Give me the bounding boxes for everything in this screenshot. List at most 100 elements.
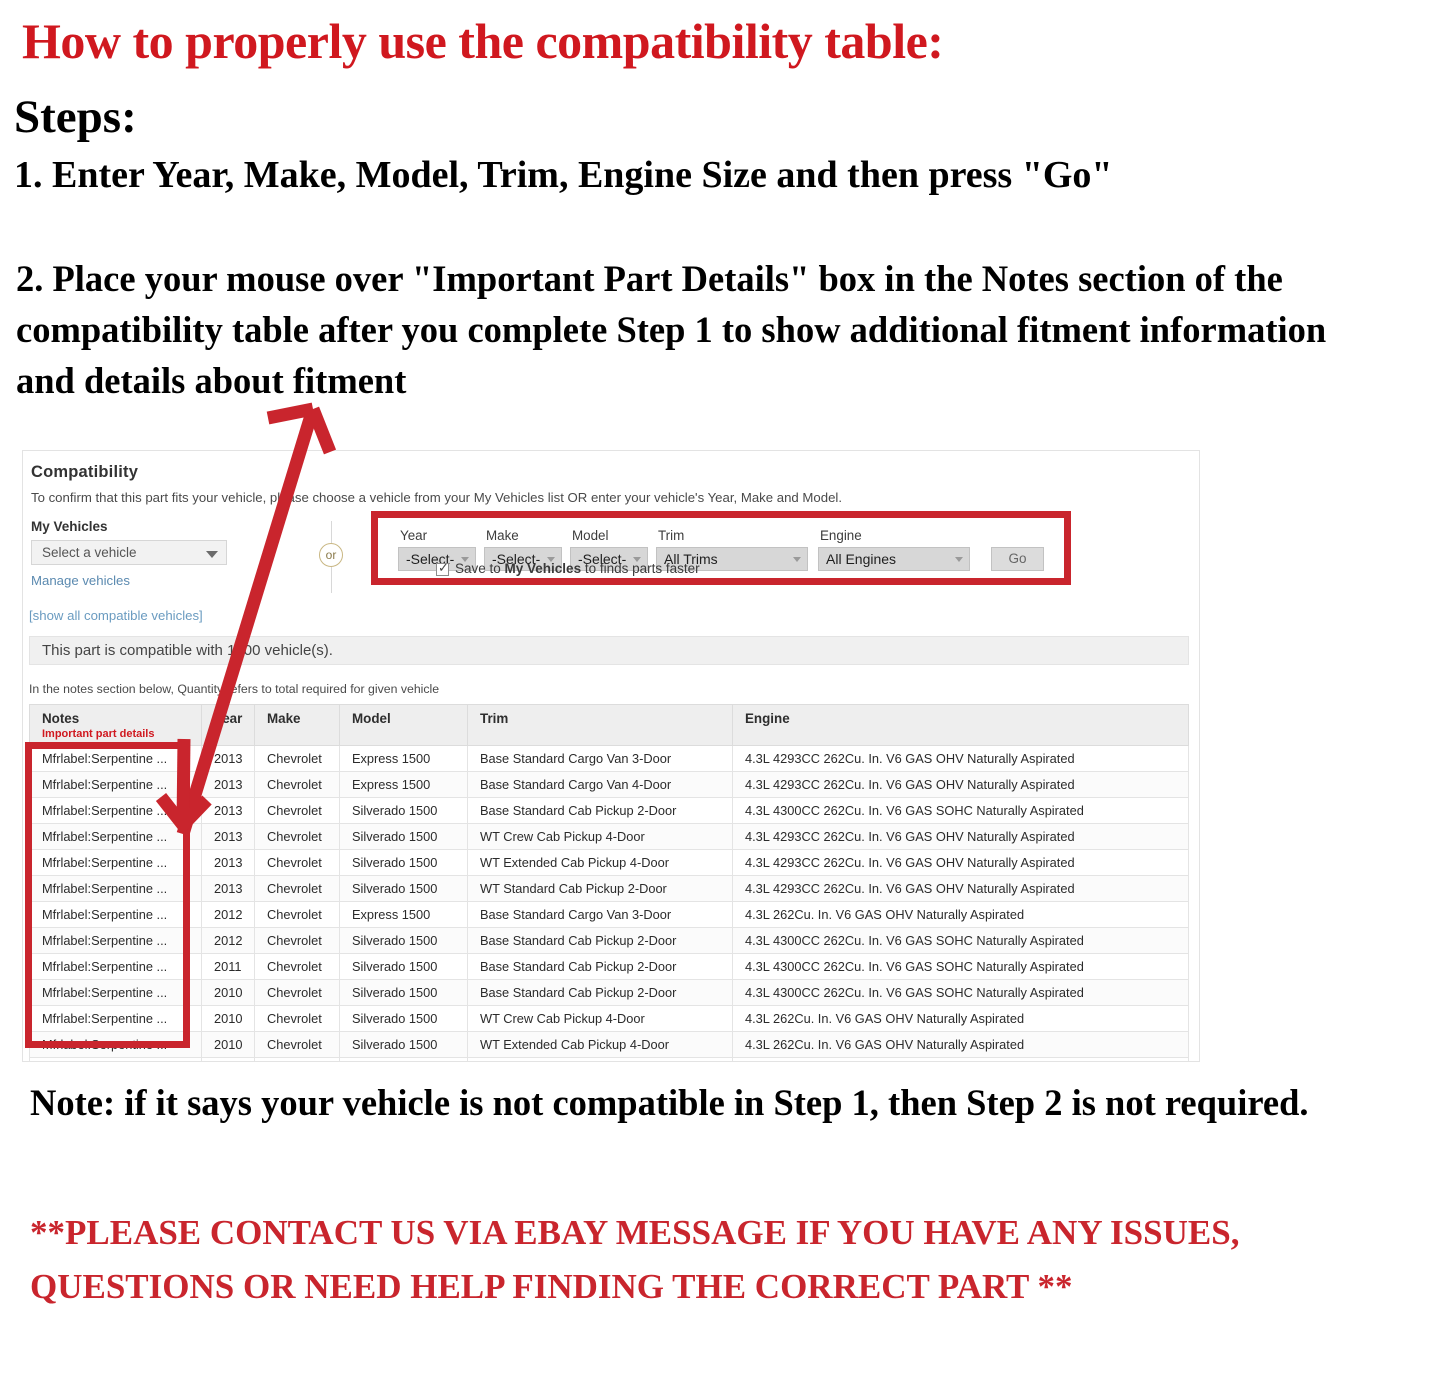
cell-model: Silverado 1500	[339, 875, 468, 902]
cell-make: Chevrolet	[254, 901, 340, 928]
cell-notes: Mfrlabel:Serpentine ...	[29, 875, 202, 902]
table-row[interactable]: Mfrlabel:Serpentine ... 2012 Chevrolet Expr…	[29, 901, 1189, 928]
compatibility-heading: Compatibility	[31, 463, 139, 481]
cell-model: Silverado 1500	[339, 823, 468, 850]
column-header-trim[interactable]: Trim	[467, 704, 733, 746]
cell-year: 2010	[201, 1005, 255, 1032]
column-header-make[interactable]: Make	[254, 704, 340, 746]
cell-notes: Mfrlabel:Serpentine ...	[29, 823, 202, 850]
table-row[interactable]: Mfrlabel:Serpentine ... 2013 Chevrolet Silv…	[29, 875, 1189, 902]
cell-engine: 4.3L 262Cu. In. V6 GAS OHV Naturally Asp…	[732, 1005, 1189, 1032]
cell-engine: 4.3L 4293CC 262Cu. In. V6 GAS OHV Natura…	[732, 745, 1189, 772]
engine-value: All Engines	[826, 551, 897, 567]
table-row[interactable]: Mfrlabel:Serpentine ... 2013 Chevrolet Expr…	[29, 771, 1189, 798]
table-row[interactable]: Mfrlabel:Serpentine ... 2013 Chevrolet Expr…	[29, 745, 1189, 772]
cell-model: Silverado 1500	[339, 1005, 468, 1032]
cell-trim: WT Crew Cab Pickup 4-Door	[467, 1005, 733, 1032]
cell-make: Chevrolet	[254, 1057, 340, 1061]
cell-trim: Base Standard Cab Pickup 2-Door	[467, 979, 733, 1006]
step-2-text: 2. Place your mouse over "Important Part…	[16, 258, 1327, 402]
model-label: Model	[572, 528, 609, 543]
engine-label: Engine	[820, 528, 862, 543]
manage-vehicles-link[interactable]: Manage vehicles	[31, 573, 130, 588]
cell-trim: Base Standard Cab Pickup 2-Door	[467, 927, 733, 954]
cell-notes: Mfrlabel:Serpentine ...	[29, 953, 202, 980]
table-row[interactable]: Mfrlabel:Serpentine ... 2013 Chevrolet Silv…	[29, 823, 1189, 850]
cell-engine: 4.3L 4300CC 262Cu. In. V6 GAS SOHC Natur…	[732, 953, 1189, 980]
vehicle-select-value: Select a vehicle	[42, 545, 137, 560]
cell-model: Silverado 1500	[339, 927, 468, 954]
cell-year: 2013	[201, 745, 255, 772]
cell-year: 2010	[201, 979, 255, 1006]
or-divider-label: or	[319, 543, 343, 567]
cell-engine: 4.3L 4293CC 262Cu. In. V6 GAS OHV Natura…	[732, 849, 1189, 876]
cell-year: 2013	[201, 875, 255, 902]
my-vehicles-label: My Vehicles	[31, 519, 108, 534]
cell-make: Chevrolet	[254, 745, 340, 772]
notes-header-label: Notes	[42, 711, 80, 726]
table-row[interactable]: Mfrlabel:Serpentine ... 2012 Chevrolet Silv…	[29, 927, 1189, 954]
cell-model: Silverado 1500	[339, 953, 468, 980]
column-header-engine[interactable]: Engine	[732, 704, 1189, 746]
page-title: How to properly use the compatibility ta…	[22, 13, 944, 69]
trim-label: Trim	[658, 528, 685, 543]
column-header-notes[interactable]: Notes Important part details	[29, 704, 202, 746]
important-part-details-label: Important part details	[42, 728, 155, 740]
cell-trim: Base Standard Cargo Van 4-Door	[467, 771, 733, 798]
cell-notes: Mfrlabel:Serpentine ...	[29, 1005, 202, 1032]
compatible-count-text: This part is compatible with 1000 vehicl…	[42, 642, 333, 659]
save-to-my-vehicles-checkbox[interactable]: ✓	[436, 561, 449, 576]
cell-notes: Mfrlabel:Serpentine ...	[29, 797, 202, 824]
cell-make: Chevrolet	[254, 953, 340, 980]
cell-make: Chevrolet	[254, 1031, 340, 1058]
save-text-suffix: to finds parts faster	[581, 561, 700, 576]
compatible-count-bar: This part is compatible with 1000 vehicl…	[29, 636, 1189, 665]
engine-select[interactable]: All Engines	[818, 547, 970, 571]
chevron-down-icon	[955, 557, 963, 562]
save-text-bold: My Vehicles	[504, 561, 582, 576]
column-header-year[interactable]: Year	[201, 704, 255, 746]
table-row[interactable]: Mfrlabel:Serpentine ... 2013 Chevrolet Silv…	[29, 849, 1189, 876]
table-row[interactable]: Mfrlabel:Serpentine ...2010ChevroletSilv…	[29, 979, 1189, 1006]
table-row[interactable]: Mfrlabel:Serpentine ...2010ChevroletSilv…	[29, 1031, 1189, 1058]
cell-trim: WT Crew Cab Pickup 4-Door	[467, 823, 733, 850]
cell-engine: 4.3L 4293CC 262Cu. In. V6 GAS OHV Natura…	[732, 875, 1189, 902]
table-row[interactable]: Mfrlabel:Serpentine ...2010ChevroletSilv…	[29, 1057, 1189, 1061]
cell-trim: Base Standard Cargo Van 3-Door	[467, 901, 733, 928]
column-header-model[interactable]: Model	[339, 704, 468, 746]
cell-make: Chevrolet	[254, 1005, 340, 1032]
table-header-row: Notes Important part details Year Make M…	[29, 704, 1189, 746]
or-divider: or	[311, 521, 351, 593]
cell-engine: 4.3L 262Cu. In. V6 GAS OHV Naturally Asp…	[732, 1057, 1189, 1061]
vehicle-select-dropdown[interactable]: Select a vehicle	[31, 540, 227, 565]
cell-model: Silverado 1500	[339, 1057, 468, 1061]
cell-year: 2011	[201, 953, 255, 980]
cell-notes: Mfrlabel:Serpentine ...	[29, 901, 202, 928]
table-row[interactable]: Mfrlabel:Serpentine ... 2013 Chevrolet Silv…	[29, 797, 1189, 824]
cell-model: Silverado 1500	[339, 797, 468, 824]
cell-make: Chevrolet	[254, 771, 340, 798]
cell-engine: 4.3L 4300CC 262Cu. In. V6 GAS SOHC Natur…	[732, 927, 1189, 954]
cell-trim: WT Extended Cab Pickup 4-Door	[467, 849, 733, 876]
cell-trim: WT Standard Cab Pickup 2-Door	[467, 875, 733, 902]
cell-make: Chevrolet	[254, 927, 340, 954]
cell-model: Express 1500	[339, 771, 468, 798]
cell-notes: Mfrlabel:Serpentine ...	[29, 771, 202, 798]
cell-make: Chevrolet	[254, 797, 340, 824]
cell-notes: Mfrlabel:Serpentine ...	[29, 745, 202, 772]
go-button[interactable]: Go	[991, 547, 1044, 571]
cell-trim: WT Extended Cab Pickup 4-Door	[467, 1031, 733, 1058]
cell-notes: Mfrlabel:Serpentine ...	[29, 927, 202, 954]
cell-notes: Mfrlabel:Serpentine ...	[29, 979, 202, 1006]
cell-make: Chevrolet	[254, 875, 340, 902]
footer-note: Note: if it says your vehicle is not com…	[30, 1082, 1309, 1123]
show-all-compatible-vehicles-link[interactable]: [show all compatible vehicles]	[29, 608, 203, 623]
cell-trim: Base Standard Cab Pickup 2-Door	[467, 953, 733, 980]
cell-model: Express 1500	[339, 745, 468, 772]
cell-engine: 4.3L 262Cu. In. V6 GAS OHV Naturally Asp…	[732, 901, 1189, 928]
table-row[interactable]: Mfrlabel:Serpentine ...2010ChevroletSilv…	[29, 1005, 1189, 1032]
table-row[interactable]: Mfrlabel:Serpentine ... 2011 Chevrolet Silv…	[29, 953, 1189, 980]
vehicle-picker-highlight-box: Year -Select- Make -Select- Model -Selec…	[371, 511, 1071, 585]
cell-model: Express 1500	[339, 901, 468, 928]
cell-engine: 4.3L 4300CC 262Cu. In. V6 GAS SOHC Natur…	[732, 979, 1189, 1006]
